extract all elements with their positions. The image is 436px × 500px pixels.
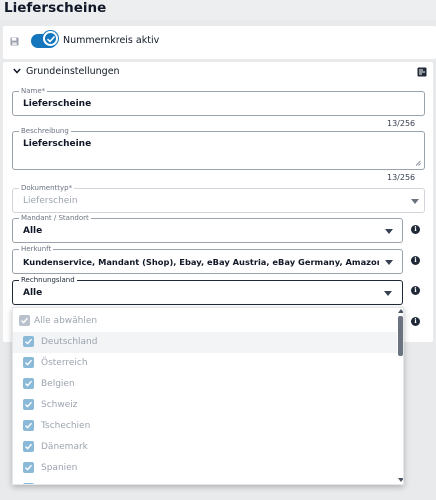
checkbox[interactable]: [23, 336, 34, 347]
card-header[interactable]: Grundeinstellungen: [3, 62, 433, 84]
list-item-partial[interactable]: [13, 479, 397, 484]
document-type-value: Lieferschein: [23, 196, 78, 206]
checkbox[interactable]: [23, 399, 34, 410]
check-icon: [25, 422, 33, 429]
scroll-down-icon[interactable]: [398, 478, 403, 482]
list-item-schweiz[interactable]: Schweiz: [13, 395, 397, 416]
info-icon[interactable]: i: [411, 317, 420, 326]
check-icon: [25, 464, 33, 471]
list-item-tschechien[interactable]: Tschechien: [13, 416, 397, 437]
name-field[interactable]: Name* Lieferscheine: [12, 86, 425, 116]
option-label: Österreich: [41, 358, 88, 368]
list-item-deutschland[interactable]: Deutschland: [13, 332, 397, 353]
document-type-label: Dokumenttyp*: [19, 183, 75, 193]
scroll-up-icon[interactable]: [398, 309, 403, 313]
section-title: Grundeinstellungen: [26, 66, 120, 77]
check-icon: [25, 401, 33, 408]
dropdown-scrollbar[interactable]: [397, 308, 403, 484]
check-icon: [25, 443, 33, 450]
deselect-all-label: Alle abwählen: [34, 316, 98, 326]
description-field[interactable]: Beschreibung Lieferscheine: [12, 126, 425, 170]
description-label: Beschreibung: [19, 126, 71, 136]
billing-country-select[interactable]: Rechnungsland Alle: [12, 275, 403, 305]
check-icon: [25, 380, 33, 387]
page-header: Lieferscheine: [0, 0, 436, 20]
list-item-oesterreich[interactable]: Österreich: [13, 353, 397, 374]
chevron-down-icon[interactable]: [385, 229, 393, 234]
resize-handle-icon[interactable]: [415, 160, 421, 166]
check-icon: [21, 317, 29, 324]
origin-label: Herkunft: [19, 244, 54, 254]
list-item-belgien[interactable]: Belgien: [13, 374, 397, 395]
check-icon: [25, 338, 33, 345]
billing-country-value: Alle: [23, 288, 43, 298]
check-icon: [46, 35, 56, 43]
billing-country-dropdown: Alle abwählen Deutschland Österreich Bel…: [12, 307, 404, 485]
list-item-daenemark[interactable]: Dänemark: [13, 437, 397, 458]
checkbox[interactable]: [23, 462, 34, 473]
page-title: Lieferscheine: [4, 0, 107, 16]
option-label: Deutschland: [41, 337, 98, 347]
name-label: Name*: [19, 86, 48, 96]
checkbox[interactable]: [23, 378, 34, 389]
list-settings-icon[interactable]: [417, 67, 427, 77]
info-icon[interactable]: i: [411, 225, 420, 234]
toolbar: Nummernkreis aktiv: [3, 26, 436, 59]
description-counter: 13/256: [387, 173, 416, 182]
client-value: Alle: [23, 226, 43, 236]
checkbox[interactable]: [19, 315, 30, 326]
billing-country-label: Rechnungsland: [19, 275, 77, 285]
chevron-down-icon[interactable]: [385, 260, 393, 265]
option-label: Spanien: [41, 463, 78, 473]
document-type-select: Dokumenttyp* Lieferschein: [12, 183, 425, 213]
name-value: Lieferscheine: [23, 99, 92, 109]
checkbox[interactable]: [23, 441, 34, 452]
name-counter: 13/256: [387, 119, 416, 128]
client-label: Mandant / Standort: [19, 213, 91, 223]
chevron-down-icon: [411, 199, 419, 204]
chevron-down-icon[interactable]: [13, 68, 21, 74]
option-label: Tschechien: [41, 421, 91, 431]
option-label: Dänemark: [41, 442, 88, 452]
checkbox[interactable]: [23, 357, 34, 368]
toggle-label: Nummernkreis aktiv: [63, 35, 160, 46]
origin-value: Kundenservice, Mandant (Shop), Ebay, eBa…: [23, 257, 379, 267]
save-icon[interactable]: [10, 37, 19, 46]
option-label: Schweiz: [41, 400, 78, 410]
option-label: Belgien: [41, 379, 75, 389]
deselect-all-option[interactable]: Alle abwählen: [13, 311, 397, 332]
checkbox[interactable]: [23, 483, 34, 484]
checkbox[interactable]: [23, 420, 34, 431]
info-icon[interactable]: i: [411, 256, 420, 265]
scroll-thumb[interactable]: [398, 316, 403, 356]
chevron-down-icon[interactable]: [384, 291, 392, 296]
client-select[interactable]: Mandant / Standort Alle: [12, 213, 403, 243]
nummernkreis-toggle[interactable]: [43, 31, 58, 46]
check-icon: [25, 359, 33, 366]
info-icon[interactable]: i: [411, 286, 420, 295]
description-value: Lieferscheine: [23, 139, 92, 149]
origin-select[interactable]: Herkunft Kundenservice, Mandant (Shop), …: [12, 244, 403, 274]
list-item-spanien[interactable]: Spanien: [13, 458, 397, 479]
